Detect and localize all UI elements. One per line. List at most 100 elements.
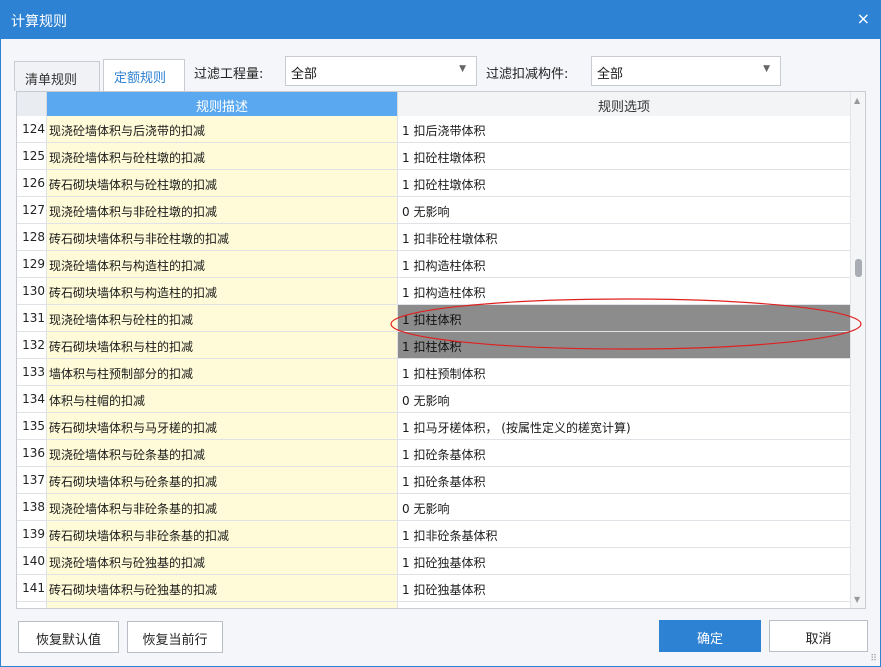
table-row[interactable]: 130 砖石砌块墙体积与构造柱的扣减 1 扣构造柱体积 bbox=[17, 278, 850, 305]
rule-description-cell[interactable]: 墙体积与柱预制部分的扣减 bbox=[47, 359, 398, 385]
filter-quantity-value: 全部 bbox=[291, 67, 318, 82]
header-description[interactable]: 规则描述 bbox=[47, 92, 398, 116]
rule-description-cell[interactable]: 体积与柱帽的扣减 bbox=[47, 386, 398, 412]
row-number: 138 bbox=[17, 494, 47, 520]
rule-option-cell[interactable]: 1 扣后浇带体积 bbox=[398, 116, 850, 142]
rule-description-cell[interactable]: 砖石砌块墙体积与构造柱的扣减 bbox=[47, 278, 398, 304]
scroll-down-icon[interactable]: ▼ bbox=[854, 595, 860, 604]
row-number: 142 bbox=[17, 602, 47, 608]
rule-option-cell[interactable]: 1 扣非砼条基体积 bbox=[398, 521, 850, 547]
close-icon[interactable]: × bbox=[857, 9, 870, 28]
table-row[interactable]: 142现浇砼墙体积与非砼独基的扣减0 无影响 bbox=[17, 602, 850, 608]
rule-description-cell[interactable]: 砖石砌块墙体积与砼独基的扣减 bbox=[47, 575, 398, 601]
rule-description-cell[interactable]: 砖石砌块墙体积与马牙槎的扣减 bbox=[47, 413, 398, 439]
row-number: 129 bbox=[17, 251, 47, 277]
row-number: 135 bbox=[17, 413, 47, 439]
resize-grip-icon[interactable]: ⠿ bbox=[870, 654, 877, 664]
table-row[interactable]: 131 现浇砼墙体积与砼柱的扣减 1 扣柱体积 bbox=[17, 305, 850, 332]
tab-bill-rules[interactable]: 清单规则 bbox=[14, 61, 100, 91]
rule-option-cell[interactable]: 1 扣砼柱墩体积 bbox=[398, 170, 850, 196]
rule-option-cell[interactable]: 1 扣砼条基体积 bbox=[398, 467, 850, 493]
rule-option-cell[interactable]: 0 无影响 bbox=[398, 602, 850, 608]
cancel-button[interactable]: 取消 bbox=[769, 620, 868, 652]
rule-option-cell[interactable]: 0 无影响 bbox=[398, 494, 850, 520]
rule-option-cell[interactable]: 1 扣构造柱体积 bbox=[398, 251, 850, 277]
row-number: 124 bbox=[17, 116, 47, 142]
rule-description-cell[interactable]: 现浇砼墙体积与非砼独基的扣减 bbox=[47, 602, 398, 608]
filter-quantity-select[interactable]: 全部 ▼ bbox=[285, 56, 477, 86]
rule-description-cell[interactable]: 砖石砌块墙体积与砼柱墩的扣减 bbox=[47, 170, 398, 196]
rule-option-cell[interactable]: 1 扣马牙槎体积， (按属性定义的槎宽计算) bbox=[398, 413, 850, 439]
table-row[interactable]: 138 现浇砼墙体积与非砼条基的扣减 0 无影响 bbox=[17, 494, 850, 521]
table-row[interactable]: 128 砖石砌块墙体积与非砼柱墩的扣减 1 扣非砼柱墩体积 bbox=[17, 224, 850, 251]
table-header: 规则描述 规则选项 bbox=[17, 92, 850, 116]
restore-default-button[interactable]: 恢复默认值 bbox=[18, 621, 119, 653]
row-number: 132 bbox=[17, 332, 47, 358]
rule-option-cell[interactable]: 1 扣砼独基体积 bbox=[398, 575, 850, 601]
rule-description-cell[interactable]: 现浇砼墙体积与砼柱的扣减 bbox=[47, 305, 398, 331]
filter-deduct-label: 过滤扣减构件: bbox=[486, 67, 569, 82]
table-row[interactable]: 129 现浇砼墙体积与构造柱的扣减 1 扣构造柱体积 bbox=[17, 251, 850, 278]
rule-option-cell[interactable]: 1 扣非砼柱墩体积 bbox=[398, 224, 850, 250]
chevron-down-icon: ▼ bbox=[459, 64, 466, 74]
rule-option-cell[interactable]: 1 扣砼条基体积 bbox=[398, 440, 850, 466]
row-number: 134 bbox=[17, 386, 47, 412]
filter-quantity-label: 过滤工程量: bbox=[194, 67, 264, 82]
rules-table: 规则描述 规则选项 124 现浇砼墙体积与后浇带的扣减 1 扣后浇带体积 125 现浇砼… bbox=[16, 91, 866, 609]
scroll-up-icon[interactable]: ▲ bbox=[854, 96, 860, 105]
table-row[interactable]: 139 砖石砌块墙体积与非砼条基的扣减 1 扣非砼条基体积 bbox=[17, 521, 850, 548]
table-row[interactable]: 127 现浇砼墙体积与非砼柱墩的扣减 0 无影响 bbox=[17, 197, 850, 224]
rule-option-cell[interactable]: 1 扣柱体积 bbox=[398, 332, 850, 358]
rule-description-cell[interactable]: 砖石砌块墙体积与非砼条基的扣减 bbox=[47, 521, 398, 547]
rule-option-cell[interactable]: 1 扣构造柱体积 bbox=[398, 278, 850, 304]
rule-option-cell[interactable]: 1 扣柱预制体积 bbox=[398, 359, 850, 385]
rule-option-cell[interactable]: 0 无影响 bbox=[398, 386, 850, 412]
table-row[interactable]: 134 体积与柱帽的扣减 0 无影响 bbox=[17, 386, 850, 413]
rule-option-cell[interactable]: 1 扣砼柱墩体积 bbox=[398, 143, 850, 169]
row-number: 140 bbox=[17, 548, 47, 574]
rule-option-cell[interactable]: 1 扣砼独基体积 bbox=[398, 548, 850, 574]
rule-option-cell[interactable]: 0 无影响 bbox=[398, 197, 850, 223]
vertical-scrollbar[interactable]: ▲ ▼ bbox=[850, 92, 865, 608]
chevron-down-icon: ▼ bbox=[763, 64, 770, 74]
filter-deduct-value: 全部 bbox=[597, 67, 624, 82]
rule-description-cell[interactable]: 现浇砼墙体积与非砼柱墩的扣减 bbox=[47, 197, 398, 223]
rule-description-cell[interactable]: 现浇砼墙体积与构造柱的扣减 bbox=[47, 251, 398, 277]
row-number: 131 bbox=[17, 305, 47, 331]
ok-button[interactable]: 确定 bbox=[659, 620, 761, 652]
tab-quota-rules[interactable]: 定额规则 bbox=[103, 59, 185, 91]
rule-description-cell[interactable]: 砖石砌块墙体积与砼条基的扣减 bbox=[47, 467, 398, 493]
window-title: 计算规则 bbox=[11, 14, 67, 30]
rule-description-cell[interactable]: 现浇砼墙体积与非砼条基的扣减 bbox=[47, 494, 398, 520]
table-row[interactable]: 140 现浇砼墙体积与砼独基的扣减 1 扣砼独基体积 bbox=[17, 548, 850, 575]
table-row[interactable]: 126 砖石砌块墙体积与砼柱墩的扣减 1 扣砼柱墩体积 bbox=[17, 170, 850, 197]
rule-description-cell[interactable]: 现浇砼墙体积与后浇带的扣减 bbox=[47, 116, 398, 142]
rule-description-cell[interactable]: 砖石砌块墙体积与柱的扣减 bbox=[47, 332, 398, 358]
table-row[interactable]: 124 现浇砼墙体积与后浇带的扣减 1 扣后浇带体积 bbox=[17, 116, 850, 143]
filter-deduct-select[interactable]: 全部 ▼ bbox=[591, 56, 781, 86]
row-number: 133 bbox=[17, 359, 47, 385]
rule-option-cell[interactable]: 1 扣柱体积 bbox=[398, 305, 850, 331]
row-number: 136 bbox=[17, 440, 47, 466]
table-row[interactable]: 141 砖石砌块墙体积与砼独基的扣减 1 扣砼独基体积 bbox=[17, 575, 850, 602]
row-number: 126 bbox=[17, 170, 47, 196]
scroll-thumb[interactable] bbox=[855, 259, 862, 277]
table-row[interactable]: 136 现浇砼墙体积与砼条基的扣减 1 扣砼条基体积 bbox=[17, 440, 850, 467]
rule-description-cell[interactable]: 砖石砌块墙体积与非砼柱墩的扣减 bbox=[47, 224, 398, 250]
title-bar[interactable]: 计算规则 × bbox=[1, 1, 880, 39]
row-number: 139 bbox=[17, 521, 47, 547]
rule-description-cell[interactable]: 现浇砼墙体积与砼条基的扣减 bbox=[47, 440, 398, 466]
table-row[interactable]: 132 砖石砌块墙体积与柱的扣减 1 扣柱体积 bbox=[17, 332, 850, 359]
rule-description-cell[interactable]: 现浇砼墙体积与砼独基的扣减 bbox=[47, 548, 398, 574]
row-number: 130 bbox=[17, 278, 47, 304]
row-number: 137 bbox=[17, 467, 47, 493]
restore-current-row-button[interactable]: 恢复当前行 bbox=[127, 621, 223, 653]
table-row[interactable]: 125 现浇砼墙体积与砼柱墩的扣减 1 扣砼柱墩体积 bbox=[17, 143, 850, 170]
header-option[interactable]: 规则选项 bbox=[398, 92, 850, 116]
table-row[interactable]: 133 墙体积与柱预制部分的扣减 1 扣柱预制体积 bbox=[17, 359, 850, 386]
table-row[interactable]: 135 砖石砌块墙体积与马牙槎的扣减 1 扣马牙槎体积， (按属性定义的槎宽计算) bbox=[17, 413, 850, 440]
table-row[interactable]: 137 砖石砌块墙体积与砼条基的扣减 1 扣砼条基体积 bbox=[17, 467, 850, 494]
row-number: 127 bbox=[17, 197, 47, 223]
row-number: 125 bbox=[17, 143, 47, 169]
rule-description-cell[interactable]: 现浇砼墙体积与砼柱墩的扣减 bbox=[47, 143, 398, 169]
